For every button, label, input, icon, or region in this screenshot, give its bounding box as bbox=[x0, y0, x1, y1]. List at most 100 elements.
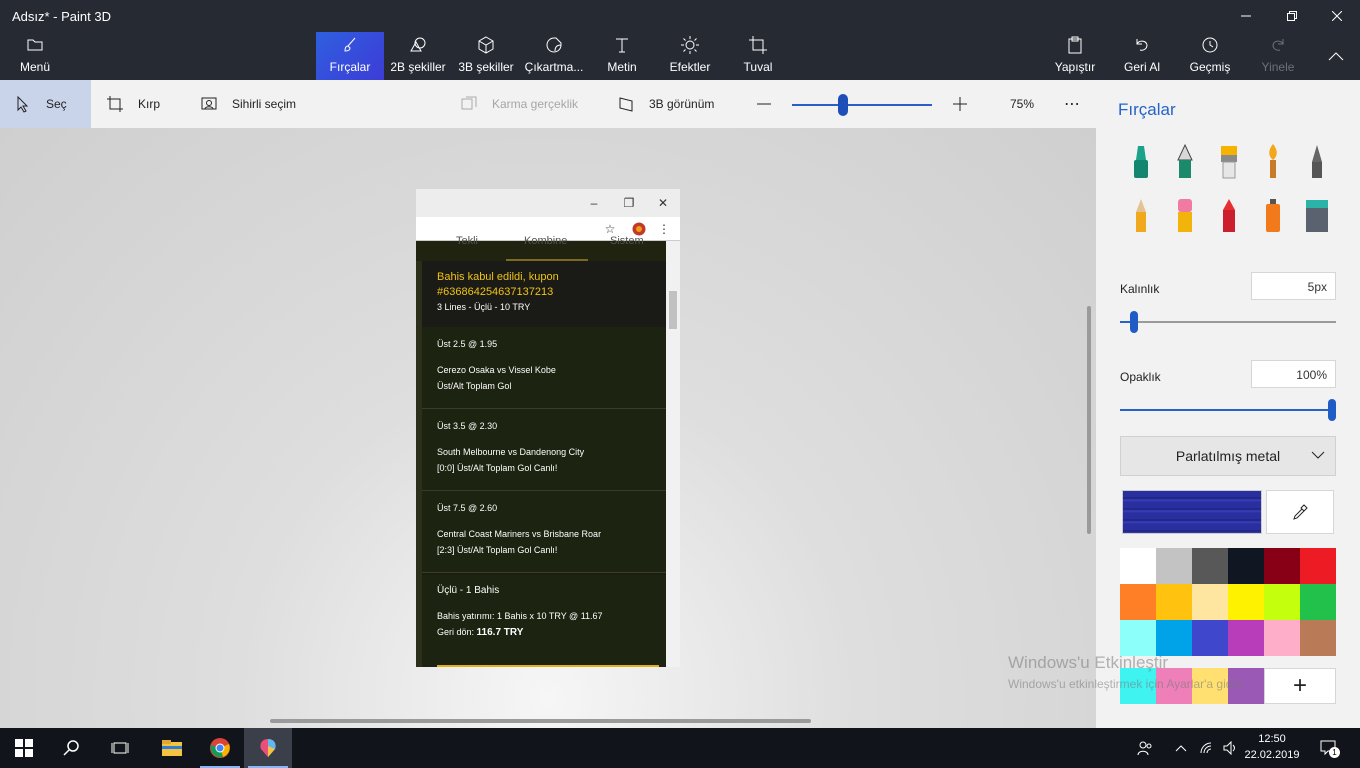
thickness-slider[interactable] bbox=[1120, 321, 1336, 323]
undo-label: Geri Al bbox=[1123, 60, 1160, 74]
shapes-2d-icon bbox=[410, 37, 426, 52]
zoom-out-button[interactable] bbox=[756, 80, 772, 128]
network-icon[interactable] bbox=[1196, 738, 1218, 758]
horizontal-scrollbar[interactable] bbox=[270, 719, 811, 723]
add-color-button[interactable]: + bbox=[1264, 668, 1336, 704]
color-swatch[interactable] bbox=[1156, 548, 1192, 584]
material-dropdown[interactable]: Parlatılmış metal bbox=[1120, 436, 1336, 476]
people-icon[interactable] bbox=[1134, 738, 1156, 758]
tab-stickers[interactable]: Çıkartma... bbox=[522, 32, 586, 80]
tab-brushes[interactable]: Fırçalar bbox=[316, 32, 384, 80]
sticker-icon bbox=[546, 37, 562, 53]
volume-icon[interactable] bbox=[1220, 738, 1242, 758]
tab-single: Tekli bbox=[456, 235, 479, 247]
tab-text[interactable]: Metin bbox=[596, 32, 648, 80]
color-swatch[interactable] bbox=[1192, 620, 1228, 656]
start-button[interactable] bbox=[0, 728, 48, 768]
mixed-reality-icon bbox=[461, 96, 477, 110]
pixel-pen-icon[interactable] bbox=[1302, 142, 1332, 182]
tab-3d-shapes[interactable]: 3B şekiller bbox=[454, 32, 518, 80]
opacity-input[interactable]: 100% bbox=[1251, 360, 1336, 388]
zoom-in-button[interactable] bbox=[952, 80, 968, 128]
search-button[interactable] bbox=[48, 728, 96, 768]
kebab-menu-icon: ⋮ bbox=[658, 222, 670, 236]
color-swatch[interactable] bbox=[1300, 620, 1336, 656]
color-swatch[interactable] bbox=[1264, 620, 1300, 656]
color-swatch[interactable] bbox=[1120, 584, 1156, 620]
undo-button[interactable]: Geri Al bbox=[1118, 32, 1166, 80]
mixed-reality-label: Karma gerçeklik bbox=[492, 97, 579, 111]
notifications-button[interactable]: 1 bbox=[1318, 738, 1340, 758]
notification-count: 1 bbox=[1329, 747, 1340, 758]
pencil-icon[interactable] bbox=[1126, 196, 1156, 236]
paint3d-button[interactable] bbox=[244, 728, 292, 768]
file-explorer-icon bbox=[162, 740, 182, 756]
tab-canvas[interactable]: Tuval bbox=[732, 32, 784, 80]
undo-icon bbox=[1136, 39, 1148, 51]
marker-icon[interactable] bbox=[1126, 142, 1156, 182]
crayon-icon[interactable] bbox=[1214, 196, 1244, 236]
paste-button[interactable]: Yapıştır bbox=[1050, 32, 1100, 80]
spray-can-icon[interactable] bbox=[1258, 196, 1288, 236]
select-tool[interactable]: Seç bbox=[0, 80, 91, 128]
return-value: 116.7 TRY bbox=[476, 627, 524, 638]
minimize-icon bbox=[1241, 15, 1251, 17]
close-button[interactable] bbox=[1314, 0, 1360, 32]
calligraphy-pen-icon[interactable] bbox=[1170, 142, 1200, 182]
zoom-slider-thumb[interactable] bbox=[838, 94, 849, 116]
maximize-button[interactable] bbox=[1269, 0, 1315, 32]
browser-scroll-thumb bbox=[669, 291, 677, 329]
brushes-panel: Fırçalar Kalınlık 5px Opaklık 100% Parla… bbox=[1096, 80, 1360, 728]
color-swatch[interactable] bbox=[1264, 548, 1300, 584]
color-swatch[interactable] bbox=[1192, 548, 1228, 584]
fill-bucket-icon[interactable] bbox=[1302, 196, 1332, 236]
3d-view-button[interactable]: 3B görünüm bbox=[617, 80, 714, 128]
crop-tool[interactable]: Kırp bbox=[106, 80, 160, 128]
color-swatch[interactable] bbox=[1156, 620, 1192, 656]
color-swatch[interactable] bbox=[1300, 548, 1336, 584]
color-swatch[interactable] bbox=[1300, 584, 1336, 620]
current-color-swatch[interactable] bbox=[1122, 490, 1262, 534]
color-swatch[interactable] bbox=[1264, 584, 1300, 620]
tab-2d-shapes[interactable]: 2B şekiller bbox=[386, 32, 450, 80]
color-swatch[interactable] bbox=[1192, 584, 1228, 620]
close-icon bbox=[1332, 11, 1342, 21]
color-swatch[interactable] bbox=[1228, 548, 1264, 584]
redo-button[interactable]: Yinele bbox=[1254, 32, 1302, 80]
color-swatch[interactable] bbox=[1228, 584, 1264, 620]
zoom-slider[interactable] bbox=[792, 104, 932, 106]
minus-icon bbox=[757, 103, 771, 105]
eyedropper-button[interactable] bbox=[1266, 490, 1334, 534]
color-swatch[interactable] bbox=[1228, 620, 1264, 656]
bet-summary: Üçlü - 1 Bahis Bahis yatırımı: 1 Bahis x… bbox=[422, 575, 666, 667]
task-view-button[interactable] bbox=[96, 728, 144, 768]
file-explorer-button[interactable] bbox=[148, 728, 196, 768]
more-icon: ⋯ bbox=[1064, 96, 1080, 113]
history-label: Geçmiş bbox=[1189, 60, 1231, 74]
opacity-slider[interactable] bbox=[1120, 409, 1336, 411]
magic-select-tool[interactable]: Sihirli seçim bbox=[200, 80, 296, 128]
watercolor-icon[interactable] bbox=[1258, 142, 1288, 182]
vertical-scrollbar[interactable] bbox=[1087, 306, 1091, 534]
color-swatch[interactable] bbox=[1156, 584, 1192, 620]
thickness-input[interactable]: 5px bbox=[1251, 272, 1336, 300]
tab-effects[interactable]: Efektler bbox=[664, 32, 716, 80]
more-options-button[interactable]: ⋯ bbox=[1064, 80, 1080, 128]
oil-brush-icon[interactable] bbox=[1214, 142, 1244, 182]
menu-button[interactable]: Menü bbox=[10, 32, 60, 80]
material-label: Parlatılmış metal bbox=[1175, 448, 1281, 464]
color-swatch[interactable] bbox=[1120, 620, 1156, 656]
eraser-icon[interactable] bbox=[1170, 196, 1200, 236]
mixed-reality-button[interactable]: Karma gerçeklik bbox=[460, 80, 578, 128]
system-clock[interactable]: 12:50 22.02.2019 bbox=[1240, 731, 1304, 763]
thickness-slider-thumb[interactable] bbox=[1130, 311, 1139, 333]
chevron-up-icon[interactable] bbox=[1170, 738, 1192, 758]
opacity-slider-thumb[interactable] bbox=[1328, 399, 1336, 421]
windows-logo-icon bbox=[15, 739, 33, 757]
minimize-button[interactable] bbox=[1223, 0, 1269, 32]
color-swatch[interactable] bbox=[1120, 548, 1156, 584]
history-button[interactable]: Geçmiş bbox=[1186, 32, 1234, 80]
chrome-button[interactable] bbox=[196, 728, 244, 768]
pasted-image[interactable]: – ❐ ✕ ☆ ⋮ Tekli Kombine Sistem Bahis kab… bbox=[416, 189, 680, 667]
collapse-ribbon-button[interactable] bbox=[1313, 40, 1359, 72]
